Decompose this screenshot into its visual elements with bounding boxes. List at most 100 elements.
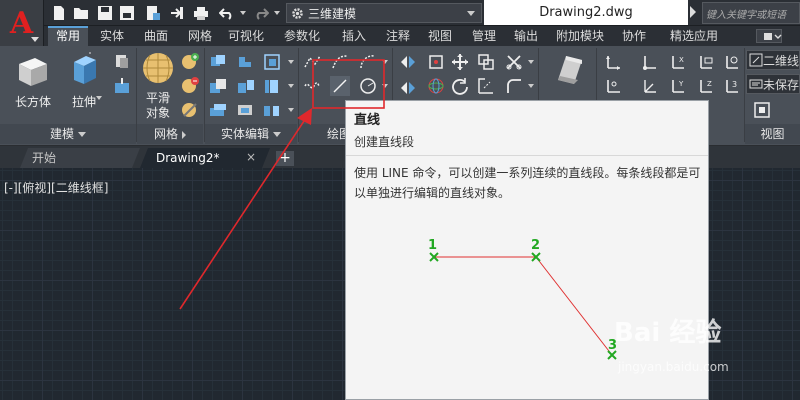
fillet-dropdown-icon[interactable]: [528, 84, 534, 88]
box-button[interactable]: 长方体: [10, 50, 56, 110]
thicken-icon[interactable]: [262, 76, 282, 96]
undo-dropdown-icon[interactable]: [240, 11, 246, 15]
panel-title-solid-edit-label: 实体编辑: [220, 127, 269, 141]
ucs-3-icon[interactable]: 3: [722, 76, 742, 96]
tab-manage[interactable]: 管理: [464, 26, 504, 46]
extract-dropdown-icon[interactable]: [288, 84, 294, 88]
ucs-icon[interactable]: [604, 52, 624, 72]
ucs-view-icon[interactable]: [696, 52, 716, 72]
watermark-url: jingyan.baidu.com: [618, 360, 729, 374]
smooth-object-button[interactable]: 平滑 对象: [138, 50, 178, 121]
view-cube-icon[interactable]: [752, 100, 772, 120]
union-icon[interactable]: [208, 52, 228, 72]
named-view-select[interactable]: 未保存: [746, 74, 800, 94]
save-icon[interactable]: [96, 4, 114, 22]
panel-title-modeling-label: 建模: [49, 127, 74, 141]
mesh-smooth-less-icon[interactable]: [180, 76, 200, 96]
ucs-y-icon[interactable]: Y: [668, 76, 688, 96]
ucs-origin-icon[interactable]: [640, 52, 660, 72]
mirror-icon[interactable]: [398, 52, 418, 72]
application-menu-button[interactable]: A: [0, 0, 44, 48]
svg-text:X: X: [679, 56, 684, 64]
extrude-button[interactable]: 拉伸: [64, 50, 104, 110]
panel-title-solid-edit[interactable]: 实体编辑: [205, 124, 297, 144]
arc-dropdown-icon[interactable]: [382, 60, 388, 64]
tab-mesh[interactable]: 网格: [180, 26, 220, 46]
tab-insert[interactable]: 插入: [334, 26, 374, 46]
move-icon[interactable]: [450, 52, 470, 72]
new-file-icon[interactable]: [50, 4, 68, 22]
tab-output[interactable]: 输出: [506, 26, 546, 46]
tab-visualize[interactable]: 可视化: [220, 26, 272, 46]
union-dropdown-icon[interactable]: [288, 60, 294, 64]
polysolid-icon[interactable]: [112, 52, 132, 72]
mesh-refine-icon[interactable]: [180, 100, 200, 120]
gear-icon: [292, 7, 303, 19]
3d-align-icon[interactable]: [426, 52, 446, 72]
tab-view[interactable]: 视图: [420, 26, 460, 46]
tab-annotate[interactable]: 注释: [378, 26, 418, 46]
ucs-x-icon[interactable]: X: [668, 52, 688, 72]
circle-dropdown-icon[interactable]: [382, 84, 388, 88]
trim-dropdown-icon[interactable]: [528, 60, 534, 64]
redo-icon[interactable]: [252, 4, 270, 22]
imprint-icon[interactable]: [208, 100, 228, 120]
circle-icon[interactable]: [358, 76, 378, 96]
open-web-icon[interactable]: [144, 4, 162, 22]
ribbon-minimize-button[interactable]: [756, 29, 782, 43]
export-icon[interactable]: [168, 4, 186, 22]
3d-rotate-icon[interactable]: [426, 76, 446, 96]
tab-start[interactable]: 开始: [20, 148, 140, 168]
stretch-icon[interactable]: [476, 76, 496, 96]
rotate-icon[interactable]: [450, 76, 470, 96]
tab-home[interactable]: 常用: [48, 26, 88, 46]
extrude-dropdown-icon[interactable]: [96, 96, 102, 100]
panel-title-view[interactable]: 视图: [745, 124, 800, 144]
shell-icon[interactable]: [236, 100, 256, 120]
polyline-segment-icon[interactable]: [330, 52, 350, 72]
redo-dropdown-icon[interactable]: [274, 11, 280, 15]
autocad-logo-icon: A: [9, 6, 34, 41]
interfere-icon[interactable]: [208, 76, 228, 96]
open-folder-icon[interactable]: [72, 4, 90, 22]
separate-icon[interactable]: [262, 100, 282, 120]
tab-collaborate[interactable]: 协作: [614, 26, 654, 46]
undo-icon[interactable]: [218, 4, 236, 22]
mirror-3d-icon[interactable]: [398, 76, 418, 96]
section-plane-button[interactable]: [546, 50, 594, 91]
fillet-icon[interactable]: [504, 76, 524, 96]
ucs-3point-icon[interactable]: [604, 76, 624, 96]
polyline-icon[interactable]: [302, 52, 322, 72]
panel-title-mesh[interactable]: 网格: [137, 124, 203, 144]
trim-icon[interactable]: [504, 52, 524, 72]
tab-parametric[interactable]: 参数化: [276, 26, 328, 46]
viewport-controls[interactable]: [-][俯视][二维线框]: [4, 179, 108, 196]
chevron-right-icon[interactable]: [690, 6, 696, 18]
tab-featured-apps[interactable]: 精选应用: [658, 26, 730, 46]
search-input[interactable]: 键入关键字或短语: [702, 2, 800, 24]
print-icon[interactable]: [192, 4, 210, 22]
presspull-icon[interactable]: [112, 76, 132, 96]
copy-icon[interactable]: [476, 52, 496, 72]
mesh-smooth-more-icon[interactable]: [180, 52, 200, 72]
spline-icon[interactable]: [302, 76, 322, 96]
save-web-icon[interactable]: [118, 4, 136, 22]
subtract-icon[interactable]: [236, 52, 256, 72]
ucs-world-icon[interactable]: [722, 52, 742, 72]
chevron-down-icon: [273, 132, 281, 137]
visual-style-select[interactable]: 二维线: [746, 50, 800, 70]
slice-icon[interactable]: [236, 76, 256, 96]
new-tab-button[interactable]: +: [276, 151, 294, 166]
arc-icon[interactable]: [358, 52, 378, 72]
tab-addins[interactable]: 附加模块: [548, 26, 612, 46]
panel-title-modeling[interactable]: 建模: [0, 124, 136, 144]
line-icon[interactable]: [330, 76, 350, 96]
separate-dropdown-icon[interactable]: [288, 108, 294, 112]
tab-solid[interactable]: 实体: [92, 26, 132, 46]
intersect-icon[interactable]: [262, 52, 282, 72]
close-icon[interactable]: ×: [246, 150, 256, 164]
tab-surface[interactable]: 曲面: [136, 26, 176, 46]
workspace-select[interactable]: 三维建模: [286, 3, 482, 23]
ucs-z-icon[interactable]: Z: [696, 76, 716, 96]
ucs-z-axis-icon[interactable]: [640, 76, 660, 96]
